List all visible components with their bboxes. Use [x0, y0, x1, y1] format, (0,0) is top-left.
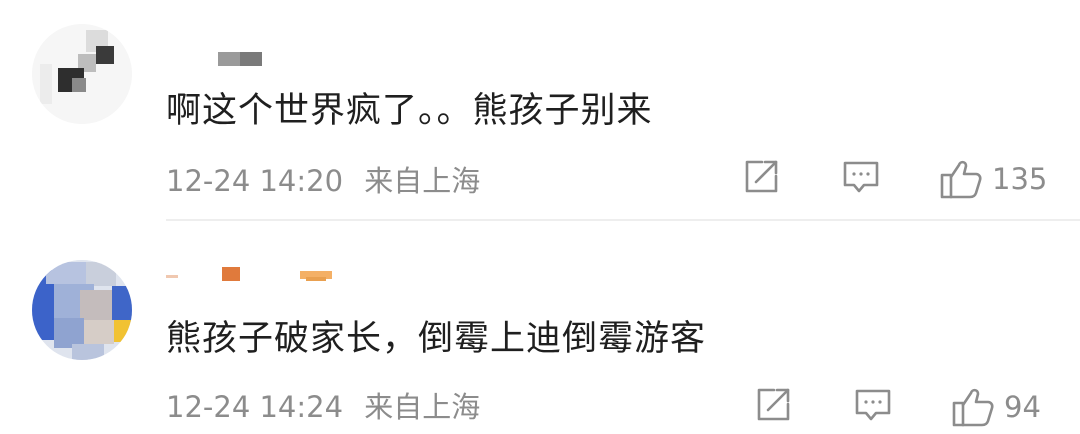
like-button[interactable]: 135 — [938, 156, 1047, 202]
like-button[interactable]: 94 — [950, 384, 1041, 430]
comment-icon — [855, 389, 891, 421]
share-icon — [745, 160, 778, 193]
share-icon — [757, 388, 790, 421]
reply-button[interactable] — [852, 384, 894, 426]
comment-time: 12-24 14:20 — [166, 164, 344, 198]
comment-time: 12-24 14:24 — [166, 390, 344, 424]
share-button[interactable] — [752, 384, 794, 426]
comment-meta: 12-24 14:20 来自上海 — [166, 158, 480, 200]
thumbs-up-icon — [940, 160, 982, 199]
like-count: 135 — [992, 162, 1048, 196]
username-blurred[interactable] — [166, 265, 346, 283]
comment-location: 来自上海 — [364, 390, 481, 424]
username-blurred[interactable] — [218, 50, 262, 68]
like-count: 94 — [1004, 390, 1041, 424]
share-button[interactable] — [740, 156, 782, 198]
reply-button[interactable] — [840, 156, 882, 198]
comment-item: 啊这个世界疯了。。熊孩子别来 12-24 14:20 来自上海 135 — [0, 0, 1080, 222]
avatar[interactable] — [32, 260, 132, 360]
thumbs-up-icon — [952, 388, 994, 427]
divider — [166, 219, 1080, 221]
comment-text: 啊这个世界疯了。。熊孩子别来 — [166, 91, 653, 131]
comment-item: 熊孩子破家长，倒霉上迪倒霉游客 12-24 14:24 来自上海 94 — [0, 222, 1080, 434]
comment-meta: 12-24 14:24 来自上海 — [166, 384, 480, 426]
comment-location: 来自上海 — [364, 164, 481, 198]
avatar[interactable] — [32, 24, 132, 124]
comment-text: 熊孩子破家长，倒霉上迪倒霉游客 — [166, 319, 707, 359]
comment-icon — [843, 161, 879, 193]
